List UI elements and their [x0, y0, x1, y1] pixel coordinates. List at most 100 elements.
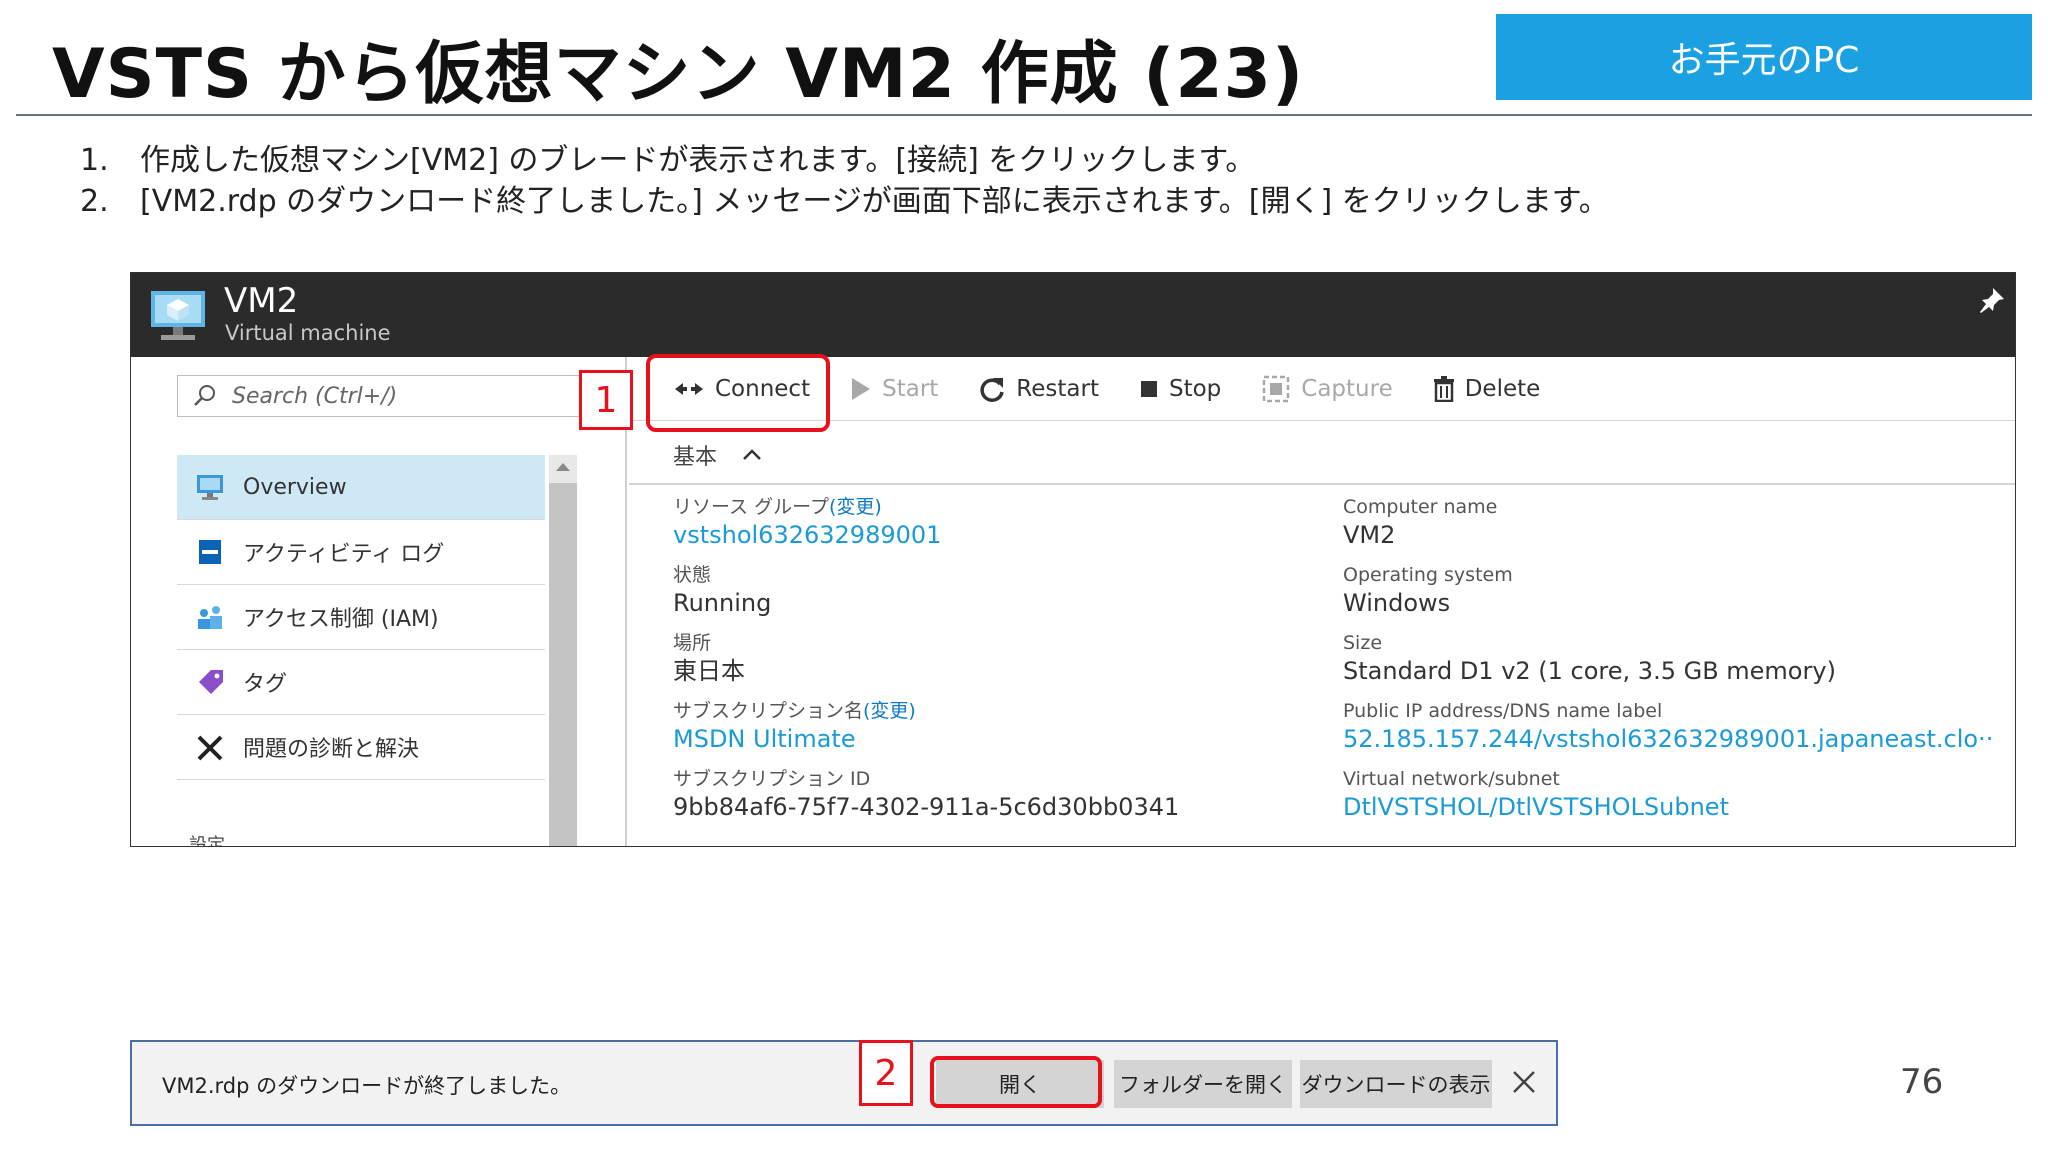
sidebar-item-access-control[interactable]: アクセス制御 (IAM): [177, 585, 545, 650]
sidebar-item-label: Overview: [243, 474, 347, 500]
property-os: Operating system Windows: [1343, 557, 1993, 625]
instruction-step: 2. [VM2.rdp のダウンロード終了しました。] メッセージが画面下部に表…: [80, 181, 1609, 222]
sidebar-item-label: タグ: [243, 672, 288, 697]
properties-left: リソース グループ(変更) vstshol632632989001 状態 Run…: [673, 489, 1179, 829]
sidebar-item-label: アクティビティ ログ: [243, 542, 445, 567]
step-text: 作成した仮想マシン[VM2] のブレードが表示されます。[接続] をクリックしま…: [140, 143, 1256, 178]
property-resource-group: リソース グループ(変更) vstshol632632989001: [673, 489, 1179, 557]
property-value: Standard D1 v2 (1 core, 3.5 GB memory): [1343, 657, 1836, 685]
subscription-link[interactable]: MSDN Ultimate: [673, 723, 1179, 755]
change-link[interactable]: (変更): [863, 700, 916, 722]
virtual-machine-icon: [151, 291, 205, 340]
vm-blade-screenshot: VM2 Virtual machine Overview: [130, 272, 2016, 847]
capture-label: Capture: [1301, 375, 1393, 402]
property-size: Size Standard D1 v2 (1 core, 3.5 GB memo…: [1343, 625, 1993, 693]
scroll-up-icon[interactable]: [556, 463, 570, 471]
start-button[interactable]: Start: [850, 376, 938, 402]
property-value: VM2: [1343, 521, 1396, 549]
scroll-thumb[interactable]: [549, 483, 577, 846]
sidebar-item-tags[interactable]: タグ: [177, 650, 545, 715]
property-label: 場所: [673, 632, 712, 654]
essentials-label: 基本: [673, 445, 718, 470]
pin-icon[interactable]: [1977, 285, 2007, 315]
stop-icon: [1139, 379, 1159, 399]
sidebar-scrollbar[interactable]: [549, 455, 577, 846]
property-status: 状態 Running: [673, 557, 1179, 625]
blade-subtitle: Virtual machine: [225, 321, 391, 345]
public-ip-link[interactable]: 52.185.157.244/vstshol632632989001.japan…: [1343, 723, 1993, 755]
capture-icon: [1261, 374, 1291, 404]
capture-button[interactable]: Capture: [1261, 374, 1393, 404]
property-subscription-name: サブスクリプション名(変更) MSDN Ultimate: [673, 693, 1179, 761]
chevron-up-icon: [743, 449, 761, 460]
sidebar-item-activity-log[interactable]: アクティビティ ログ: [177, 520, 545, 585]
start-label: Start: [882, 375, 939, 402]
callout-number-2: 2: [859, 1040, 913, 1106]
property-label: Size: [1343, 632, 1383, 654]
blade-title: VM2: [224, 281, 299, 321]
command-bar: Connect Start Restart Stop Capture Delet…: [629, 357, 2015, 421]
tools-icon: [193, 732, 227, 762]
callout-connect-highlight: [646, 354, 830, 432]
slide-title: VSTS から仮想マシン VM2 作成 (23): [52, 35, 1305, 114]
property-label: リソース グループ(変更): [673, 496, 882, 518]
property-label: サブスクリプション名(変更): [673, 700, 916, 722]
property-virtual-network: Virtual network/subnet DtlVSTSHOL/DtlVST…: [1343, 761, 1993, 829]
settings-section-label: 設定: [189, 835, 225, 847]
property-label: 状態: [673, 564, 712, 586]
delete-label: Delete: [1464, 375, 1541, 402]
property-value: 9bb84af6-75f7-4302-911a-5c6d30bb0341: [673, 793, 1180, 821]
monitor-icon: [193, 472, 227, 502]
sidebar-item-diagnose[interactable]: 問題の診断と解決: [177, 715, 545, 780]
essentials-toggle[interactable]: 基本: [673, 439, 763, 471]
sidebar-item-overview[interactable]: Overview: [177, 455, 545, 520]
property-label: Virtual network/subnet: [1343, 768, 1560, 790]
restart-icon: [978, 375, 1006, 403]
view-downloads-button[interactable]: ダウンロードの表示: [1300, 1060, 1492, 1108]
play-icon: [850, 376, 872, 402]
blade-sidebar: Overview アクティビティ ログ アクセス制御 (IAM) タグ: [131, 357, 627, 847]
blade-header: VM2 Virtual machine: [131, 273, 2015, 357]
virtual-network-link[interactable]: DtlVSTSHOL/DtlVSTSHOLSubnet: [1343, 791, 1993, 823]
property-value: 東日本: [673, 657, 745, 685]
property-label: サブスクリプション ID: [673, 768, 871, 790]
users-icon: [193, 602, 227, 632]
tag-icon: [193, 667, 227, 697]
callout-number-1: 1: [579, 370, 633, 430]
sidebar-item-label: アクセス制御 (IAM): [243, 607, 439, 632]
step-number: 2.: [80, 184, 109, 219]
delete-button[interactable]: Delete: [1433, 375, 1541, 402]
property-location: 場所 東日本: [673, 625, 1179, 693]
properties-right: Computer name VM2 Operating system Windo…: [1343, 489, 1993, 829]
blade-main: Connect Start Restart Stop Capture Delet…: [629, 357, 2015, 846]
stop-button[interactable]: Stop: [1139, 376, 1221, 402]
title-divider: [16, 114, 2032, 116]
restart-button[interactable]: Restart: [978, 375, 1099, 403]
property-label: Computer name: [1343, 496, 1498, 518]
instruction-list: 1. 作成した仮想マシン[VM2] のブレードが表示されます。[接続] をクリッ…: [80, 140, 1609, 222]
essentials-divider: [629, 483, 2015, 485]
property-value: Windows: [1343, 589, 1451, 617]
property-subscription-id: サブスクリプション ID 9bb84af6-75f7-4302-911a-5c6…: [673, 761, 1179, 829]
instruction-step: 1. 作成した仮想マシン[VM2] のブレードが表示されます。[接続] をクリッ…: [80, 140, 1609, 181]
search-input[interactable]: [232, 383, 552, 409]
property-value: Running: [673, 589, 772, 617]
sidebar-nav: Overview アクティビティ ログ アクセス制御 (IAM) タグ 問題の診…: [177, 455, 545, 780]
property-label: Operating system: [1343, 564, 1513, 586]
restart-label: Restart: [1016, 375, 1099, 402]
resource-group-link[interactable]: vstshol632632989001: [673, 519, 1179, 551]
property-public-ip: Public IP address/DNS name label 52.185.…: [1343, 693, 1993, 761]
activity-log-icon: [193, 537, 227, 567]
step-number: 1.: [80, 143, 109, 178]
download-notification-bar: VM2.rdp のダウンロードが終了しました。 開く フォルダーを開く ダウンロ…: [130, 1040, 1558, 1126]
close-icon[interactable]: [1508, 1066, 1540, 1098]
trash-icon: [1433, 375, 1455, 402]
audience-badge: お手元のPC: [1496, 14, 2032, 100]
change-link[interactable]: (変更): [829, 496, 882, 518]
page-number: 76: [1900, 1062, 1944, 1102]
stop-label: Stop: [1168, 375, 1222, 402]
step-text: [VM2.rdp のダウンロード終了しました。] メッセージが画面下部に表示され…: [140, 184, 1609, 219]
property-label: Public IP address/DNS name label: [1343, 700, 1663, 722]
search-box[interactable]: [177, 375, 587, 417]
open-folder-button[interactable]: フォルダーを開く: [1114, 1060, 1292, 1108]
